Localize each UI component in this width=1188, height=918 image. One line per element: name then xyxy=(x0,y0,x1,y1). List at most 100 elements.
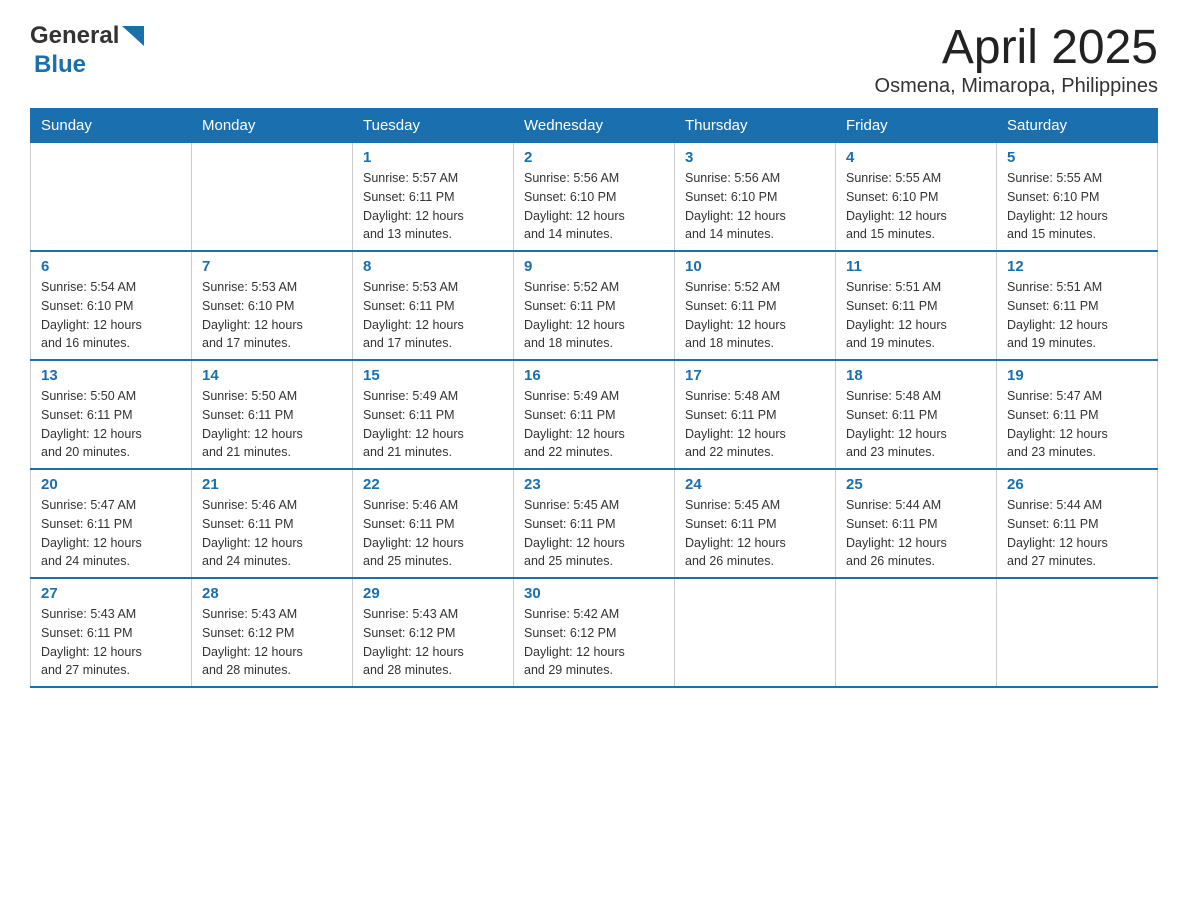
day-number: 4 xyxy=(846,149,986,166)
day-number: 26 xyxy=(1007,476,1147,493)
calendar-cell: 28 Sunrise: 5:43 AM Sunset: 6:12 PM Dayli… xyxy=(192,578,353,687)
day-number: 25 xyxy=(846,476,986,493)
day-number: 8 xyxy=(363,258,503,275)
day-info: Sunrise: 5:50 AM Sunset: 6:11 PM Dayligh… xyxy=(202,387,342,462)
day-number: 21 xyxy=(202,476,342,493)
day-number: 27 xyxy=(41,585,181,602)
day-info: Sunrise: 5:57 AM Sunset: 6:11 PM Dayligh… xyxy=(363,169,503,244)
day-number: 9 xyxy=(524,258,664,275)
day-info: Sunrise: 5:48 AM Sunset: 6:11 PM Dayligh… xyxy=(685,387,825,462)
day-info: Sunrise: 5:46 AM Sunset: 6:11 PM Dayligh… xyxy=(363,496,503,571)
calendar-cell: 29Sunrise: 5:43 AM Sunset: 6:12 PM Dayli… xyxy=(353,578,514,687)
calendar-cell: 25Sunrise: 5:44 AM Sunset: 6:11 PM Dayli… xyxy=(836,469,997,578)
calendar-cell: 26Sunrise: 5:44 AM Sunset: 6:11 PM Dayli… xyxy=(997,469,1158,578)
calendar-cell: 3 Sunrise: 5:56 AM Sunset: 6:10 PM Daylig… xyxy=(675,143,836,252)
day-number: 3 xyxy=(685,149,825,166)
calendar-cell: 18Sunrise: 5:48 AM Sunset: 6:11 PM Dayli… xyxy=(836,360,997,469)
calendar-cell: 19 Sunrise: 5:47 AM Sunset: 6:11 PM Dayli… xyxy=(997,360,1158,469)
calendar-cell xyxy=(836,578,997,687)
calendar-cell: 13Sunrise: 5:50 AM Sunset: 6:11 PM Dayli… xyxy=(31,360,192,469)
day-number: 30 xyxy=(524,585,664,602)
day-number: 23 xyxy=(524,476,664,493)
title-block: April 2025 Osmena, Mimaropa, Philippines xyxy=(875,20,1158,98)
day-number: 19 xyxy=(1007,367,1147,384)
calendar-week-row: 27Sunrise: 5:43 AM Sunset: 6:11 PM Dayli… xyxy=(31,578,1158,687)
calendar-week-row: 6 Sunrise: 5:54 AM Sunset: 6:10 PM Daylig… xyxy=(31,251,1158,360)
calendar-cell: 6 Sunrise: 5:54 AM Sunset: 6:10 PM Daylig… xyxy=(31,251,192,360)
day-number: 6 xyxy=(41,258,181,275)
page-subtitle: Osmena, Mimaropa, Philippines xyxy=(875,75,1158,98)
calendar-header-row: SundayMondayTuesdayWednesdayThursdayFrid… xyxy=(31,109,1158,143)
day-info: Sunrise: 5:53 AM Sunset: 6:11 PM Dayligh… xyxy=(363,278,503,353)
calendar-cell: 27Sunrise: 5:43 AM Sunset: 6:11 PM Dayli… xyxy=(31,578,192,687)
calendar-cell: 17Sunrise: 5:48 AM Sunset: 6:11 PM Dayli… xyxy=(675,360,836,469)
calendar-day-header: Monday xyxy=(192,109,353,143)
calendar-cell: 14 Sunrise: 5:50 AM Sunset: 6:11 PM Dayli… xyxy=(192,360,353,469)
logo-general-text: General xyxy=(30,22,119,50)
calendar-table: SundayMondayTuesdayWednesdayThursdayFrid… xyxy=(30,108,1158,688)
day-info: Sunrise: 5:47 AM Sunset: 6:11 PM Dayligh… xyxy=(1007,387,1147,462)
day-number: 11 xyxy=(846,258,986,275)
day-info: Sunrise: 5:52 AM Sunset: 6:11 PM Dayligh… xyxy=(524,278,664,353)
day-info: Sunrise: 5:47 AM Sunset: 6:11 PM Dayligh… xyxy=(41,496,181,571)
day-number: 5 xyxy=(1007,149,1147,166)
day-info: Sunrise: 5:54 AM Sunset: 6:10 PM Dayligh… xyxy=(41,278,181,353)
logo-blue-text: Blue xyxy=(34,51,86,78)
day-number: 28 xyxy=(202,585,342,602)
calendar-cell: 4 Sunrise: 5:55 AM Sunset: 6:10 PM Daylig… xyxy=(836,143,997,252)
logo-arrow-icon xyxy=(122,26,144,51)
day-number: 20 xyxy=(41,476,181,493)
day-number: 1 xyxy=(363,149,503,166)
day-info: Sunrise: 5:45 AM Sunset: 6:11 PM Dayligh… xyxy=(685,496,825,571)
calendar-cell: 10Sunrise: 5:52 AM Sunset: 6:11 PM Dayli… xyxy=(675,251,836,360)
day-info: Sunrise: 5:42 AM Sunset: 6:12 PM Dayligh… xyxy=(524,605,664,680)
calendar-cell: 1 Sunrise: 5:57 AM Sunset: 6:11 PM Daylig… xyxy=(353,143,514,252)
calendar-cell: 2Sunrise: 5:56 AM Sunset: 6:10 PM Daylig… xyxy=(514,143,675,252)
calendar-cell: 21 Sunrise: 5:46 AM Sunset: 6:11 PM Dayli… xyxy=(192,469,353,578)
day-info: Sunrise: 5:51 AM Sunset: 6:11 PM Dayligh… xyxy=(1007,278,1147,353)
calendar-day-header: Wednesday xyxy=(514,109,675,143)
day-info: Sunrise: 5:52 AM Sunset: 6:11 PM Dayligh… xyxy=(685,278,825,353)
page-header: General Blue April 2025 Osmena, Mimaropa… xyxy=(30,20,1158,98)
page-title: April 2025 xyxy=(875,20,1158,75)
day-info: Sunrise: 5:56 AM Sunset: 6:10 PM Dayligh… xyxy=(524,169,664,244)
day-info: Sunrise: 5:53 AM Sunset: 6:10 PM Dayligh… xyxy=(202,278,342,353)
day-number: 14 xyxy=(202,367,342,384)
day-number: 13 xyxy=(41,367,181,384)
calendar-cell xyxy=(192,143,353,252)
day-info: Sunrise: 5:49 AM Sunset: 6:11 PM Dayligh… xyxy=(524,387,664,462)
day-info: Sunrise: 5:46 AM Sunset: 6:11 PM Dayligh… xyxy=(202,496,342,571)
calendar-week-row: 1 Sunrise: 5:57 AM Sunset: 6:11 PM Daylig… xyxy=(31,143,1158,252)
day-number: 24 xyxy=(685,476,825,493)
day-number: 18 xyxy=(846,367,986,384)
day-number: 7 xyxy=(202,258,342,275)
calendar-cell: 16 Sunrise: 5:49 AM Sunset: 6:11 PM Dayli… xyxy=(514,360,675,469)
calendar-week-row: 13 Sunrise: 5:50 AM Sunset: 6:11 PM Dayli… xyxy=(31,360,1158,469)
day-info: Sunrise: 5:55 AM Sunset: 6:10 PM Dayligh… xyxy=(1007,169,1147,244)
calendar-cell: 24 Sunrise: 5:45 AM Sunset: 6:11 PM Dayli… xyxy=(675,469,836,578)
day-number: 22 xyxy=(363,476,503,493)
calendar-cell: 15 Sunrise: 5:49 AM Sunset: 6:11 PM Dayli… xyxy=(353,360,514,469)
calendar-day-header: Tuesday xyxy=(353,109,514,143)
day-info: Sunrise: 5:43 AM Sunset: 6:12 PM Dayligh… xyxy=(363,605,503,680)
day-info: Sunrise: 5:43 AM Sunset: 6:12 PM Dayligh… xyxy=(202,605,342,680)
calendar-day-header: Friday xyxy=(836,109,997,143)
day-number: 15 xyxy=(363,367,503,384)
calendar-cell: 30 Sunrise: 5:42 AM Sunset: 6:12 PM Dayli… xyxy=(514,578,675,687)
calendar-cell: 23Sunrise: 5:45 AM Sunset: 6:11 PM Dayli… xyxy=(514,469,675,578)
calendar-cell: 11Sunrise: 5:51 AM Sunset: 6:11 PM Dayli… xyxy=(836,251,997,360)
calendar-cell: 22 Sunrise: 5:46 AM Sunset: 6:11 PM Dayli… xyxy=(353,469,514,578)
calendar-day-header: Sunday xyxy=(31,109,192,143)
calendar-cell: 9 Sunrise: 5:52 AM Sunset: 6:11 PM Daylig… xyxy=(514,251,675,360)
day-number: 16 xyxy=(524,367,664,384)
logo: General Blue xyxy=(30,20,144,79)
day-info: Sunrise: 5:56 AM Sunset: 6:10 PM Dayligh… xyxy=(685,169,825,244)
day-info: Sunrise: 5:49 AM Sunset: 6:11 PM Dayligh… xyxy=(363,387,503,462)
calendar-cell xyxy=(675,578,836,687)
calendar-cell: 12 Sunrise: 5:51 AM Sunset: 6:11 PM Dayli… xyxy=(997,251,1158,360)
calendar-cell: 20 Sunrise: 5:47 AM Sunset: 6:11 PM Dayli… xyxy=(31,469,192,578)
day-info: Sunrise: 5:55 AM Sunset: 6:10 PM Dayligh… xyxy=(846,169,986,244)
day-number: 12 xyxy=(1007,258,1147,275)
calendar-cell xyxy=(997,578,1158,687)
calendar-cell: 7 Sunrise: 5:53 AM Sunset: 6:10 PM Daylig… xyxy=(192,251,353,360)
